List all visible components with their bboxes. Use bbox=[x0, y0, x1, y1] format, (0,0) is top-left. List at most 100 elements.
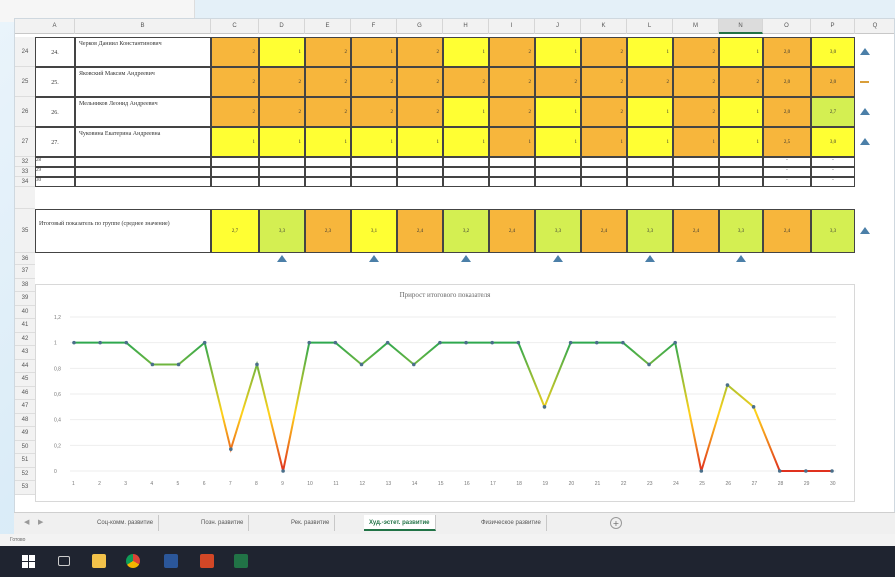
data-point[interactable] bbox=[777, 469, 782, 473]
task-view-icon[interactable] bbox=[58, 556, 70, 566]
empty-cell[interactable] bbox=[673, 167, 719, 177]
empty-cell[interactable] bbox=[627, 177, 673, 187]
data-point[interactable] bbox=[621, 340, 625, 345]
score-cell[interactable]: 2 bbox=[443, 67, 489, 97]
column-header-l[interactable]: L bbox=[627, 19, 673, 34]
empty-cell[interactable] bbox=[535, 157, 581, 167]
score-cell[interactable]: 1 bbox=[259, 127, 305, 157]
row-number[interactable]: 39 bbox=[15, 292, 35, 306]
summary-value[interactable]: 2,7 bbox=[211, 209, 259, 253]
empty-cell[interactable] bbox=[397, 177, 443, 187]
data-point[interactable] bbox=[202, 340, 207, 345]
score-cell[interactable]: 1 bbox=[719, 37, 763, 67]
row-number[interactable]: 40 bbox=[15, 305, 35, 319]
score-cell[interactable]: 2 bbox=[305, 97, 351, 127]
empty-cell[interactable] bbox=[351, 177, 397, 187]
data-point[interactable] bbox=[333, 340, 338, 345]
score-cell[interactable]: 2 bbox=[627, 67, 673, 97]
score-cell[interactable]: 1 bbox=[719, 97, 763, 127]
score-cell[interactable]: 2 bbox=[211, 67, 259, 97]
empty-cell[interactable] bbox=[719, 177, 763, 187]
summary-value[interactable]: 3,3 bbox=[627, 209, 673, 253]
row-number[interactable]: 26 bbox=[15, 97, 35, 127]
row-number[interactable]: 45 bbox=[15, 373, 35, 387]
empty-cell[interactable] bbox=[673, 157, 719, 167]
score-cell[interactable]: 1 bbox=[535, 37, 581, 67]
score-cell[interactable]: 1 bbox=[627, 37, 673, 67]
empty-cell[interactable] bbox=[305, 177, 351, 187]
empty-cell[interactable] bbox=[489, 167, 535, 177]
data-point[interactable] bbox=[229, 447, 233, 451]
score-cell[interactable]: 2 bbox=[673, 97, 719, 127]
row-number[interactable]: 41 bbox=[15, 319, 35, 333]
tab-scroll-right-icon[interactable]: ▶ bbox=[38, 518, 43, 526]
score-cell[interactable]: 1 bbox=[397, 127, 443, 157]
score-cell[interactable]: 1 bbox=[259, 37, 305, 67]
score-cell[interactable]: 2 bbox=[259, 97, 305, 127]
column-header-n[interactable]: N bbox=[719, 19, 763, 34]
empty-cell[interactable] bbox=[397, 167, 443, 177]
column-header-c[interactable]: C bbox=[211, 19, 259, 34]
score-cell[interactable]: 1 bbox=[719, 127, 763, 157]
score-cell[interactable]: 2 bbox=[489, 97, 535, 127]
empty-cell[interactable] bbox=[535, 167, 581, 177]
column-header-d[interactable]: D bbox=[259, 19, 305, 34]
score-cell[interactable]: 1 bbox=[443, 37, 489, 67]
column-header-i[interactable]: I bbox=[489, 19, 535, 34]
row-number[interactable]: 48 bbox=[15, 413, 35, 427]
score-cell[interactable]: 1 bbox=[673, 127, 719, 157]
data-point[interactable] bbox=[830, 469, 834, 473]
powerpoint-icon[interactable] bbox=[200, 554, 214, 568]
data-point[interactable] bbox=[255, 362, 259, 367]
column-header-a[interactable]: A bbox=[35, 19, 75, 34]
column-header-p[interactable]: P bbox=[811, 19, 855, 34]
average-cell[interactable]: 2,5 bbox=[763, 127, 811, 157]
sheet-tab[interactable]: Позн. развитие bbox=[196, 515, 250, 531]
empty-cell[interactable] bbox=[259, 167, 305, 177]
score-cell[interactable]: 1 bbox=[535, 97, 581, 127]
score-cell[interactable]: 1 bbox=[627, 127, 673, 157]
row-number[interactable]: 42 bbox=[15, 332, 35, 346]
score-cell[interactable]: 2 bbox=[211, 37, 259, 67]
empty-cell[interactable] bbox=[627, 157, 673, 167]
data-point[interactable] bbox=[385, 340, 390, 345]
average-cell[interactable]: 3,0 bbox=[811, 37, 855, 67]
score-cell[interactable]: 2 bbox=[351, 97, 397, 127]
empty-cell[interactable] bbox=[443, 177, 489, 187]
data-point[interactable] bbox=[516, 340, 521, 345]
average-cell[interactable]: 2,0 bbox=[763, 37, 811, 67]
row-number[interactable]: 36 bbox=[15, 253, 35, 265]
score-cell[interactable]: 2 bbox=[489, 67, 535, 97]
empty-cell[interactable] bbox=[211, 167, 259, 177]
summary-value[interactable]: 2,4 bbox=[489, 209, 535, 253]
summary-value[interactable]: 2,4 bbox=[763, 209, 811, 253]
score-cell[interactable]: 2 bbox=[305, 67, 351, 97]
chrome-icon[interactable] bbox=[126, 554, 140, 568]
summary-value[interactable]: 3,3 bbox=[719, 209, 763, 253]
summary-value[interactable]: 3,2 bbox=[443, 209, 489, 253]
score-cell[interactable]: 1 bbox=[305, 127, 351, 157]
summary-value[interactable]: 3,3 bbox=[535, 209, 581, 253]
line-chart[interactable]: Прирост итогового показателя 0 0,2 0,4 0,6 0… bbox=[35, 284, 855, 502]
row-number[interactable]: 34 bbox=[15, 177, 35, 187]
row-number[interactable]: 32 bbox=[15, 157, 35, 167]
row-number[interactable] bbox=[15, 187, 35, 209]
data-point[interactable] bbox=[438, 340, 442, 345]
summary-value[interactable]: 2,3 bbox=[305, 209, 351, 253]
row-number[interactable]: 46 bbox=[15, 386, 35, 400]
score-cell[interactable]: 2 bbox=[581, 97, 627, 127]
score-cell[interactable]: 2 bbox=[581, 67, 627, 97]
score-cell[interactable]: 1 bbox=[351, 37, 397, 67]
score-cell[interactable]: 2 bbox=[397, 37, 443, 67]
empty-cell[interactable] bbox=[581, 177, 627, 187]
windows-icon[interactable] bbox=[22, 555, 35, 568]
empty-cell[interactable] bbox=[211, 157, 259, 167]
row-number[interactable]: 25 bbox=[15, 67, 35, 97]
row-number[interactable]: 43 bbox=[15, 346, 35, 360]
empty-cell[interactable] bbox=[443, 167, 489, 177]
score-cell[interactable]: 1 bbox=[211, 127, 259, 157]
data-point[interactable] bbox=[673, 340, 677, 345]
column-header-h[interactable]: H bbox=[443, 19, 489, 34]
average-cell[interactable]: 2,0 bbox=[763, 97, 811, 127]
score-cell[interactable]: 2 bbox=[673, 37, 719, 67]
